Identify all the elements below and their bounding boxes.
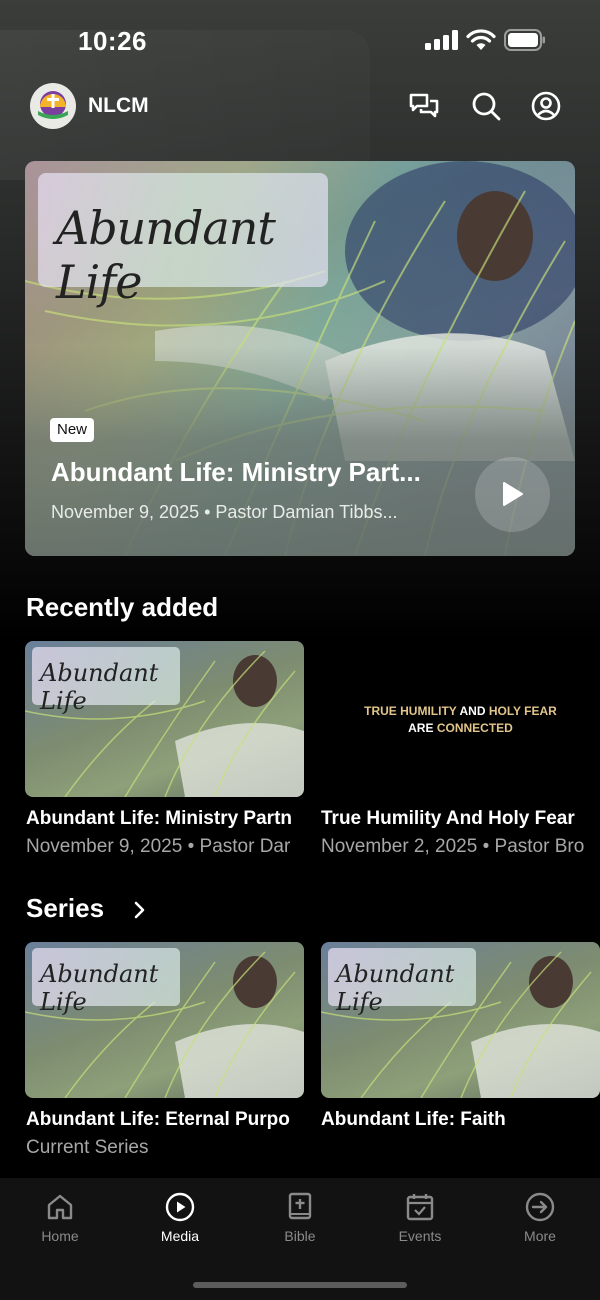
calendar-icon bbox=[406, 1194, 434, 1221]
status-time: 10:26 bbox=[78, 26, 147, 56]
account-icon[interactable] bbox=[530, 90, 562, 122]
tab-media[interactable]: Media bbox=[130, 1192, 230, 1262]
tab-label: Home bbox=[41, 1228, 79, 1244]
search-icon[interactable] bbox=[470, 90, 502, 122]
tab-label: Media bbox=[160, 1228, 200, 1244]
home-indicator bbox=[193, 1282, 407, 1288]
cellular-signal-icon bbox=[425, 30, 459, 50]
thumbnail-script-title: Abundant Life bbox=[40, 960, 159, 1016]
hero-series-art-card: Abundant Life bbox=[38, 173, 328, 309]
battery-icon bbox=[504, 29, 545, 51]
tab-label: More bbox=[524, 1228, 556, 1244]
thumbnail-title-card: Abundant Life bbox=[32, 948, 180, 1016]
tab-bible[interactable]: Bible bbox=[250, 1192, 350, 1262]
app-header: NLCM bbox=[0, 80, 600, 136]
bible-icon bbox=[288, 1192, 312, 1220]
play-circle-icon bbox=[165, 1192, 195, 1222]
hero-title: Abundant Life: Ministry Part... bbox=[51, 457, 421, 487]
arrow-circle-icon bbox=[525, 1192, 555, 1222]
tab-label: Events bbox=[398, 1228, 442, 1244]
play-button[interactable] bbox=[475, 457, 550, 532]
series-item-meta: Current Series bbox=[26, 1137, 149, 1158]
recently-added-heading: Recently added bbox=[26, 592, 219, 622]
thumbnail-script-title: Abundant Life bbox=[40, 659, 159, 715]
thumbnail-caption: TRUE HUMILITY AND HOLY FEAR ARE CONNECTE… bbox=[364, 704, 557, 735]
series-item-thumbnail[interactable]: Abundant Life bbox=[321, 942, 600, 1098]
recent-item-title: Abundant Life: Ministry Partn bbox=[26, 808, 292, 829]
tab-label: Bible bbox=[284, 1228, 316, 1244]
tab-home[interactable]: Home bbox=[10, 1192, 110, 1262]
series-item-title: Abundant Life: Faith bbox=[321, 1109, 506, 1130]
thumbnail-title-card: Abundant Life bbox=[32, 647, 180, 715]
chevron-right-icon[interactable] bbox=[129, 900, 149, 920]
brand-name: NLCM bbox=[88, 94, 149, 117]
chat-icon[interactable] bbox=[408, 90, 440, 122]
wifi-icon bbox=[466, 29, 496, 50]
recent-item-meta: November 9, 2025 • Pastor Dar bbox=[26, 836, 291, 857]
recent-item-thumbnail[interactable]: Abundant Life bbox=[25, 641, 304, 797]
church-logo[interactable] bbox=[30, 83, 76, 129]
recent-item-meta: November 2, 2025 • Pastor Bro bbox=[321, 836, 585, 857]
series-item-title: Abundant Life: Eternal Purpo bbox=[26, 1109, 290, 1130]
recent-item-thumbnail[interactable]: TRUE HUMILITY AND HOLY FEAR ARE CONNECTE… bbox=[321, 641, 600, 797]
tab-more[interactable]: More bbox=[490, 1192, 590, 1262]
recent-item-title: True Humility And Holy Fear bbox=[321, 808, 575, 829]
thumbnail-script-title: Abundant Life bbox=[336, 960, 455, 1016]
series-heading[interactable]: Series bbox=[26, 893, 104, 924]
status-bar: 10:26 bbox=[0, 0, 600, 80]
home-icon bbox=[47, 1194, 73, 1220]
play-icon bbox=[503, 482, 523, 506]
tab-events[interactable]: Events bbox=[370, 1192, 470, 1262]
hero-art-script-title: Abundant Life bbox=[56, 201, 276, 309]
thumbnail-title-card: Abundant Life bbox=[328, 948, 476, 1016]
hero-meta: November 9, 2025 • Pastor Damian Tibbs..… bbox=[51, 502, 398, 522]
new-badge: New bbox=[50, 418, 95, 442]
series-item-thumbnail[interactable]: Abundant Life bbox=[25, 942, 304, 1098]
featured-hero-card[interactable]: Abundant Life New Abundant Life: Ministr… bbox=[25, 161, 575, 556]
